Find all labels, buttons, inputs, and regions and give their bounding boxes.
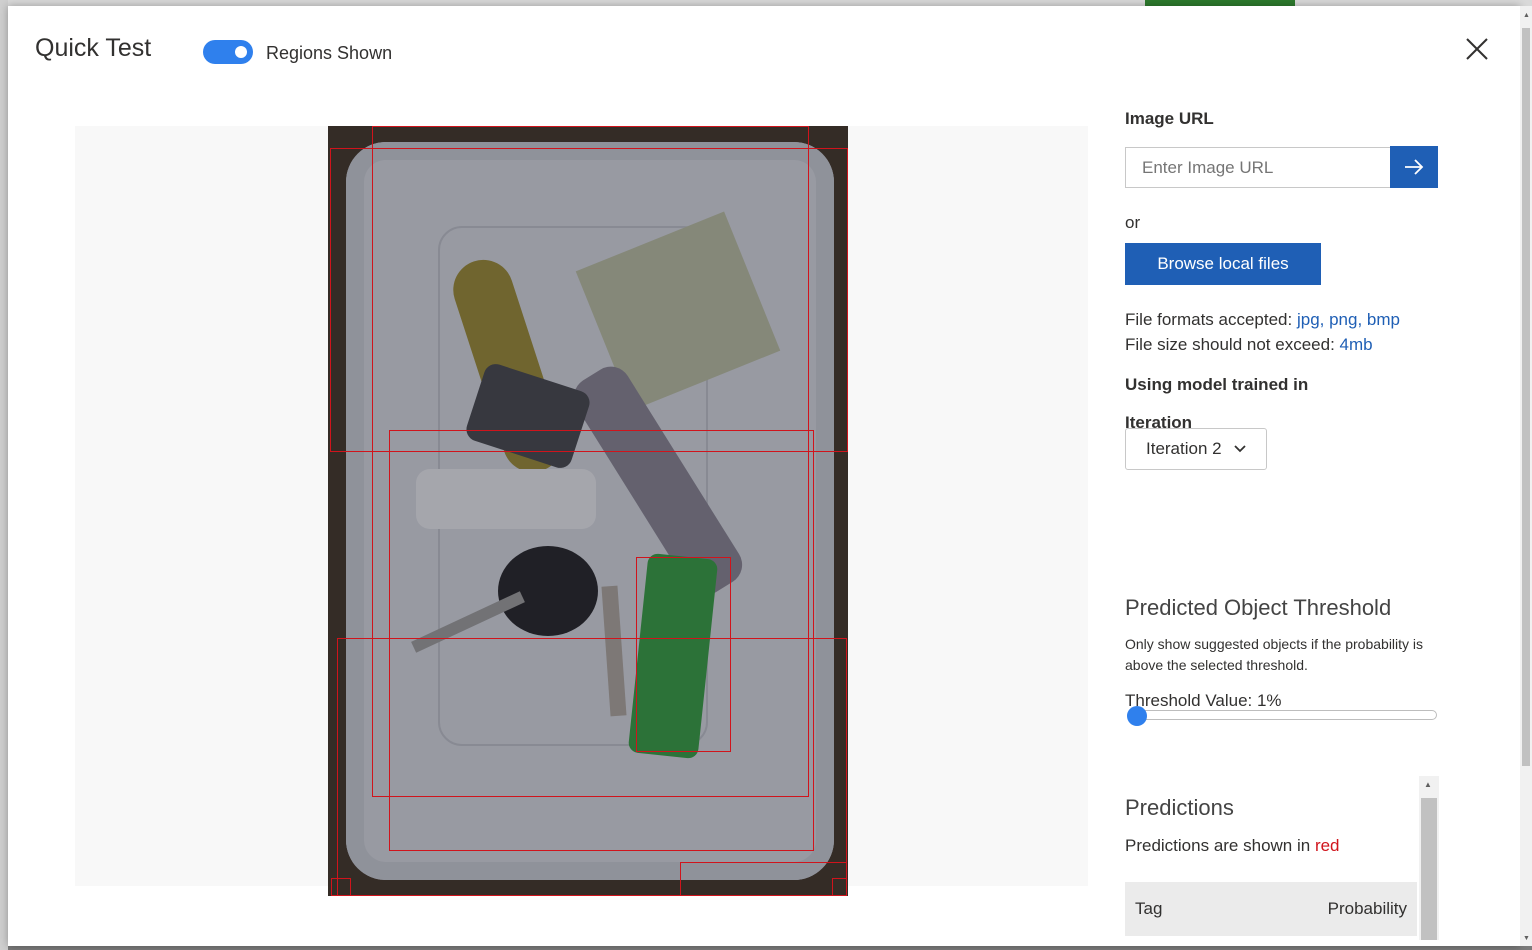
- scroll-down-icon[interactable]: ▼: [1523, 935, 1530, 942]
- submit-url-button[interactable]: [1390, 146, 1438, 188]
- file-formats-text: File formats accepted: jpg, png, bmp: [1125, 310, 1400, 329]
- threshold-value: Threshold Value: 1%: [1125, 691, 1282, 710]
- iteration-select[interactable]: Iteration 2: [1125, 428, 1267, 470]
- background-app-sidebar: [0, 0, 8, 950]
- modal-scrollbar[interactable]: ▲ ▼: [1520, 6, 1532, 946]
- prediction-region[interactable]: [331, 878, 351, 896]
- prediction-region[interactable]: [680, 862, 847, 896]
- column-probability[interactable]: Probability: [1328, 899, 1407, 919]
- formats-link: jpg, png, bmp: [1296, 310, 1400, 329]
- prediction-region[interactable]: [330, 148, 848, 452]
- image-url-label: Image URL: [1125, 109, 1214, 128]
- column-tag[interactable]: Tag: [1135, 899, 1162, 919]
- size-limit: 4mb: [1339, 335, 1373, 354]
- red-word: red: [1314, 836, 1340, 855]
- iteration-value: Iteration 2: [1146, 439, 1222, 458]
- scroll-up-icon[interactable]: ▲: [1523, 12, 1530, 19]
- prediction-region[interactable]: [832, 878, 847, 896]
- predictions-scrollbar[interactable]: ▲: [1419, 776, 1439, 940]
- toggle-label: Regions Shown: [266, 43, 393, 63]
- close-icon: [1466, 38, 1488, 60]
- predictions-table-header: Tag Probability: [1125, 882, 1417, 936]
- chevron-down-icon: [1234, 445, 1246, 453]
- modal-title: Quick Test: [35, 34, 152, 62]
- test-image: [328, 126, 848, 896]
- threshold-slider-track[interactable]: [1127, 710, 1437, 720]
- toggle-knob: [235, 46, 247, 58]
- modal-scroll-thumb[interactable]: [1522, 28, 1530, 766]
- threshold-heading: Predicted Object Threshold: [1125, 595, 1392, 620]
- prediction-region[interactable]: [337, 638, 847, 896]
- image-preview-area: [75, 126, 1088, 896]
- model-label: Using model trained in: [1125, 375, 1309, 394]
- predictions-scroll-thumb[interactable]: [1421, 798, 1437, 940]
- file-size-text: File size should not exceed: 4mb: [1125, 335, 1373, 354]
- predictions-note: Predictions are shown in red: [1125, 836, 1340, 855]
- predictions-heading: Predictions: [1125, 795, 1234, 820]
- close-button[interactable]: [1462, 34, 1492, 64]
- image-url-input[interactable]: [1125, 147, 1391, 188]
- scroll-up-icon[interactable]: ▲: [1424, 780, 1432, 789]
- regions-shown-toggle[interactable]: [203, 40, 253, 64]
- threshold-description: Only show suggested objects if the proba…: [1125, 636, 1424, 673]
- arrow-right-icon: [1405, 159, 1424, 175]
- or-text: or: [1125, 213, 1141, 232]
- threshold-slider-thumb[interactable]: [1127, 706, 1147, 726]
- browse-local-files-button[interactable]: Browse local files: [1125, 243, 1321, 285]
- prediction-region[interactable]: [636, 557, 731, 752]
